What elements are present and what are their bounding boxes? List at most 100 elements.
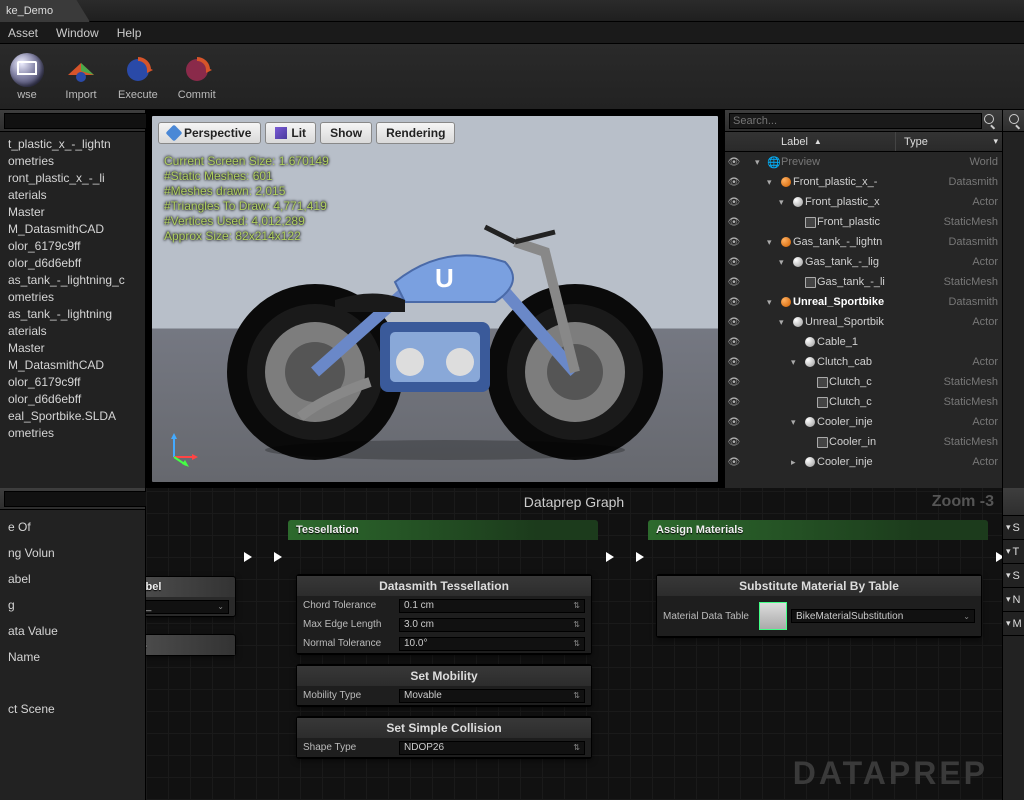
visibility-eye-icon[interactable] <box>725 256 743 268</box>
tree-item[interactable]: olor_d6d6ebff <box>2 391 143 408</box>
outliner-row[interactable]: ▾Gas_tank_-_lightnDatasmith <box>725 232 1002 252</box>
side-section[interactable]: ▾S <box>1003 564 1024 588</box>
prop-value[interactable]: 0.1 cm⇅ <box>399 599 585 613</box>
prop-value[interactable]: 3.0 cm⇅ <box>399 618 585 632</box>
header-label[interactable]: Label <box>781 136 808 148</box>
node-assign-materials-header[interactable]: Assign Materials <box>648 520 988 542</box>
node-objects[interactable]: bjects <box>146 634 236 656</box>
side-section[interactable]: ▾T <box>1003 540 1024 564</box>
node-datasmith-tessellation[interactable]: Datasmith Tessellation Chord Tolerance0.… <box>296 574 592 655</box>
viewport[interactable]: Perspective Lit Show Rendering Current S… <box>151 115 719 483</box>
expand-icon[interactable]: ▾ <box>779 317 791 328</box>
outliner-row[interactable]: ▸Cooler_injeActor <box>725 452 1002 472</box>
side-section[interactable]: ▾M <box>1003 612 1024 636</box>
prop-value[interactable]: NDOP26⇅ <box>399 741 585 755</box>
window-tab[interactable]: ke_Demo <box>0 0 90 22</box>
lit-button[interactable]: Lit <box>265 122 316 144</box>
browse-button[interactable]: wse <box>10 53 44 101</box>
outliner-header[interactable]: Label▲ Type▾ <box>725 132 1002 152</box>
tree-item[interactable]: aterials <box>2 323 143 340</box>
tree-item[interactable]: Master <box>2 340 143 357</box>
visibility-eye-icon[interactable] <box>725 396 743 408</box>
visibility-eye-icon[interactable] <box>725 276 743 288</box>
tree-item[interactable]: as_tank_-_lightning_c <box>2 272 143 289</box>
outliner-tree[interactable]: ▾🌐PreviewWorld▾Front_plastic_x_-Datasmit… <box>725 152 1002 488</box>
visibility-eye-icon[interactable] <box>725 456 743 468</box>
tree-item[interactable]: t_plastic_x_-_lightn <box>2 136 143 153</box>
expand-icon[interactable]: ▸ <box>791 457 803 468</box>
filter-item[interactable]: ng Volun <box>2 540 143 566</box>
outliner-row[interactable]: Gas_tank_-_liStaticMesh <box>725 272 1002 292</box>
tree-item[interactable]: as_tank_-_lightning <box>2 306 143 323</box>
filter-search-input[interactable] <box>4 491 154 507</box>
tree-item[interactable]: olor_6179c9ff <box>2 238 143 255</box>
side-section[interactable]: ▾N <box>1003 588 1024 612</box>
node-set-collision[interactable]: Set Simple Collision Shape TypeNDOP26⇅ <box>296 716 592 759</box>
expand-icon[interactable]: ▾ <box>791 417 803 428</box>
outliner-row[interactable]: Clutch_cStaticMesh <box>725 392 1002 412</box>
visibility-eye-icon[interactable] <box>725 196 743 208</box>
exec-pin-icon[interactable] <box>606 552 614 562</box>
filter-item[interactable]: abel <box>2 566 143 592</box>
tree-item[interactable]: olor_6179c9ff <box>2 374 143 391</box>
commit-button[interactable]: Commit <box>178 53 216 101</box>
visibility-eye-icon[interactable] <box>725 416 743 428</box>
menu-help[interactable]: Help <box>117 26 142 40</box>
tree-item[interactable]: M_DatasmithCAD <box>2 357 143 374</box>
search-icon[interactable] <box>1009 114 1020 128</box>
filter-item[interactable]: e Of <box>2 514 143 540</box>
perspective-button[interactable]: Perspective <box>158 122 261 144</box>
exec-pin-icon[interactable] <box>636 552 644 562</box>
expand-icon[interactable]: ▾ <box>779 257 791 268</box>
tree-item[interactable]: aterials <box>2 187 143 204</box>
tree-item[interactable]: ometries <box>2 425 143 442</box>
outliner-row[interactable]: ▾Gas_tank_-_ligActor <box>725 252 1002 272</box>
tree-item[interactable]: ometries <box>2 153 143 170</box>
visibility-eye-icon[interactable] <box>725 216 743 228</box>
exec-pin-icon[interactable] <box>244 552 252 562</box>
expand-icon[interactable]: ▾ <box>755 157 767 168</box>
tree-item[interactable]: eal_Sportbike.SLDA <box>2 408 143 425</box>
outliner-row[interactable]: ▾Cooler_injeActor <box>725 412 1002 432</box>
outliner-row[interactable]: Cable_1 <box>725 332 1002 352</box>
outliner-row[interactable]: ▾Front_plastic_xActor <box>725 192 1002 212</box>
search-icon[interactable] <box>984 114 998 128</box>
visibility-eye-icon[interactable] <box>725 436 743 448</box>
outliner-row[interactable]: ▾Front_plastic_x_-Datasmith <box>725 172 1002 192</box>
outliner-row[interactable]: ▾🌐PreviewWorld <box>725 152 1002 172</box>
prop-value[interactable]: Movable⇅ <box>399 689 585 703</box>
outliner-row[interactable]: ▾Clutch_cabActor <box>725 352 1002 372</box>
axis-gizmo[interactable] <box>164 431 200 470</box>
expand-icon[interactable]: ▾ <box>791 357 803 368</box>
outliner-row[interactable]: ▾Unreal_SportbikeDatasmith <box>725 292 1002 312</box>
tree-item[interactable]: Master <box>2 204 143 221</box>
node-actor-label[interactable]: tor Label $2306_⌄ <box>146 576 236 617</box>
prop-value[interactable]: 10.0°⇅ <box>399 637 585 651</box>
visibility-eye-icon[interactable] <box>725 356 743 368</box>
outliner-row[interactable]: Cooler_inStaticMesh <box>725 432 1002 452</box>
expand-icon[interactable]: ▾ <box>767 237 779 248</box>
menu-asset[interactable]: Asset <box>8 26 38 40</box>
expand-icon[interactable]: ▾ <box>767 177 779 188</box>
visibility-eye-icon[interactable] <box>725 296 743 308</box>
filter-item[interactable]: g <box>2 592 143 618</box>
expand-icon[interactable]: ▾ <box>767 297 779 308</box>
tree-item[interactable]: M_DatasmithCAD <box>2 221 143 238</box>
visibility-eye-icon[interactable] <box>725 376 743 388</box>
filter-item[interactable] <box>2 670 143 696</box>
outliner-row[interactable]: Front_plasticStaticMesh <box>725 212 1002 232</box>
import-button[interactable]: Import <box>64 53 98 101</box>
outliner-row[interactable]: Clutch_cStaticMesh <box>725 372 1002 392</box>
node-tessellation-header[interactable]: Tessellation <box>288 520 598 542</box>
menu-window[interactable]: Window <box>56 26 99 40</box>
visibility-eye-icon[interactable] <box>725 236 743 248</box>
execute-button[interactable]: Execute <box>118 53 158 101</box>
tree-item[interactable]: ometries <box>2 289 143 306</box>
rendering-button[interactable]: Rendering <box>376 122 455 144</box>
visibility-eye-icon[interactable] <box>725 156 743 168</box>
asset-tree[interactable]: t_plastic_x_-_lightnometriesront_plastic… <box>0 132 145 488</box>
side-section[interactable]: ▾S <box>1003 516 1024 540</box>
dataprep-graph-panel[interactable]: Dataprep Graph Zoom -3 tor Label $2306_⌄… <box>146 488 1002 800</box>
header-type[interactable]: Type <box>904 136 928 148</box>
expand-icon[interactable]: ▾ <box>779 197 791 208</box>
